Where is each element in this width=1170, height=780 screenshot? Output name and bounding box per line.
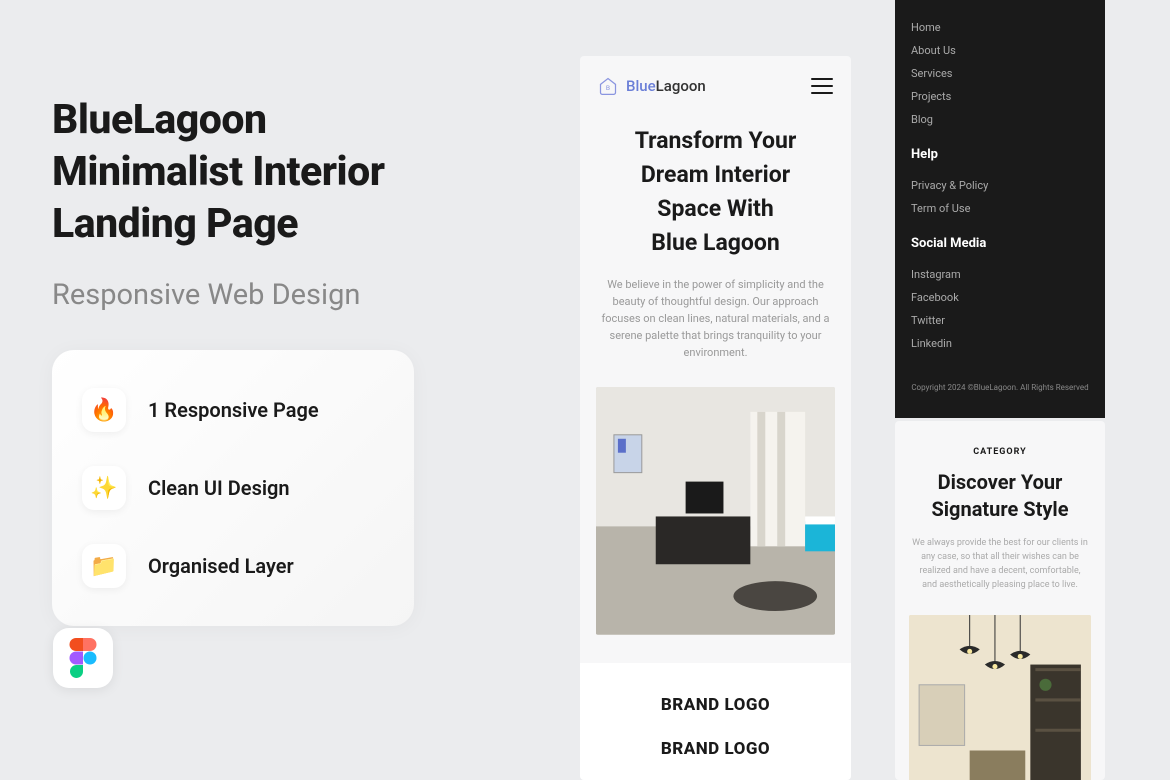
promo-subtitle: Responsive Web Design [52, 278, 532, 312]
hero-image [596, 387, 835, 635]
footer-nav-group: Home About Us Services Projects Blog [911, 0, 1089, 131]
hero-line: Dream Interior [596, 158, 835, 192]
footer-link-blog[interactable]: Blog [911, 108, 1089, 131]
hero-description: We believe in the power of simplicity an… [596, 276, 835, 361]
feature-item: 🔥 1 Responsive Page [82, 378, 384, 442]
footer-link-terms[interactable]: Term of Use [911, 197, 1089, 220]
promo-title: BlueLagoon Minimalist Interior Landing P… [52, 94, 532, 250]
sparkles-icon: ✨ [82, 466, 126, 510]
promo-left-panel: BlueLagoon Minimalist Interior Landing P… [52, 94, 532, 626]
figma-badge [53, 628, 113, 688]
footer-link-privacy[interactable]: Privacy & Policy [911, 174, 1089, 197]
folder-icon: 📁 [82, 544, 126, 588]
feature-text: Clean UI Design [148, 476, 290, 500]
title-line: Minimalist Interior [52, 148, 385, 196]
mobile-screen-footer: Home About Us Services Projects Blog Hel… [895, 0, 1105, 418]
house-icon: B [598, 76, 618, 96]
hero-line: Space With [596, 192, 835, 226]
footer-link-home[interactable]: Home [911, 16, 1089, 39]
title-line: Discover Your [909, 469, 1091, 496]
title-line: BlueLagoon [52, 96, 267, 144]
category-title: Discover Your Signature Style [909, 469, 1091, 523]
footer-link-linkedin[interactable]: Linkedin [911, 332, 1089, 355]
category-label: CATEGORY [909, 447, 1091, 457]
hero-line: Blue Lagoon [596, 226, 835, 260]
feature-text: Organised Layer [148, 554, 294, 578]
mobile-screen-hero: B BlueLagoon Transform Your Dream Interi… [580, 56, 851, 780]
title-line: Landing Page [52, 200, 298, 248]
hero-line: Transform Your [596, 124, 835, 158]
mobile-screen-category: CATEGORY Discover Your Signature Style W… [895, 421, 1105, 780]
feature-item: ✨ Clean UI Design [82, 456, 384, 520]
footer-link-about[interactable]: About Us [911, 39, 1089, 62]
brand-logo: BRAND LOGO [580, 727, 851, 771]
footer-link-twitter[interactable]: Twitter [911, 309, 1089, 332]
footer-heading-social: Social Media [911, 236, 1089, 251]
feature-text: 1 Responsive Page [148, 398, 319, 422]
footer-link-facebook[interactable]: Facebook [911, 286, 1089, 309]
mobile-header: B BlueLagoon [580, 56, 851, 112]
svg-text:B: B [606, 84, 610, 92]
logo[interactable]: B BlueLagoon [598, 76, 706, 96]
brand-logos-section: BRAND LOGO BRAND LOGO [580, 663, 851, 780]
copyright-text: Copyright 2024 ©BlueLagoon. All Rights R… [911, 383, 1089, 398]
category-image [909, 615, 1091, 780]
figma-icon [69, 638, 97, 678]
hamburger-menu-icon[interactable] [811, 78, 833, 94]
footer-link-instagram[interactable]: Instagram [911, 263, 1089, 286]
hero-section: Transform Your Dream Interior Space With… [580, 112, 851, 361]
footer-heading-help: Help [911, 147, 1089, 162]
fire-icon: 🔥 [82, 388, 126, 432]
hero-title: Transform Your Dream Interior Space With… [596, 124, 835, 260]
features-card: 🔥 1 Responsive Page ✨ Clean UI Design 📁 … [52, 350, 414, 626]
title-line: Signature Style [909, 496, 1091, 523]
footer-link-services[interactable]: Services [911, 62, 1089, 85]
footer-link-projects[interactable]: Projects [911, 85, 1089, 108]
category-description: We always provide the best for our clien… [909, 537, 1091, 593]
logo-text: BlueLagoon [626, 77, 706, 95]
feature-item: 📁 Organised Layer [82, 534, 384, 598]
brand-logo: BRAND LOGO [580, 683, 851, 727]
